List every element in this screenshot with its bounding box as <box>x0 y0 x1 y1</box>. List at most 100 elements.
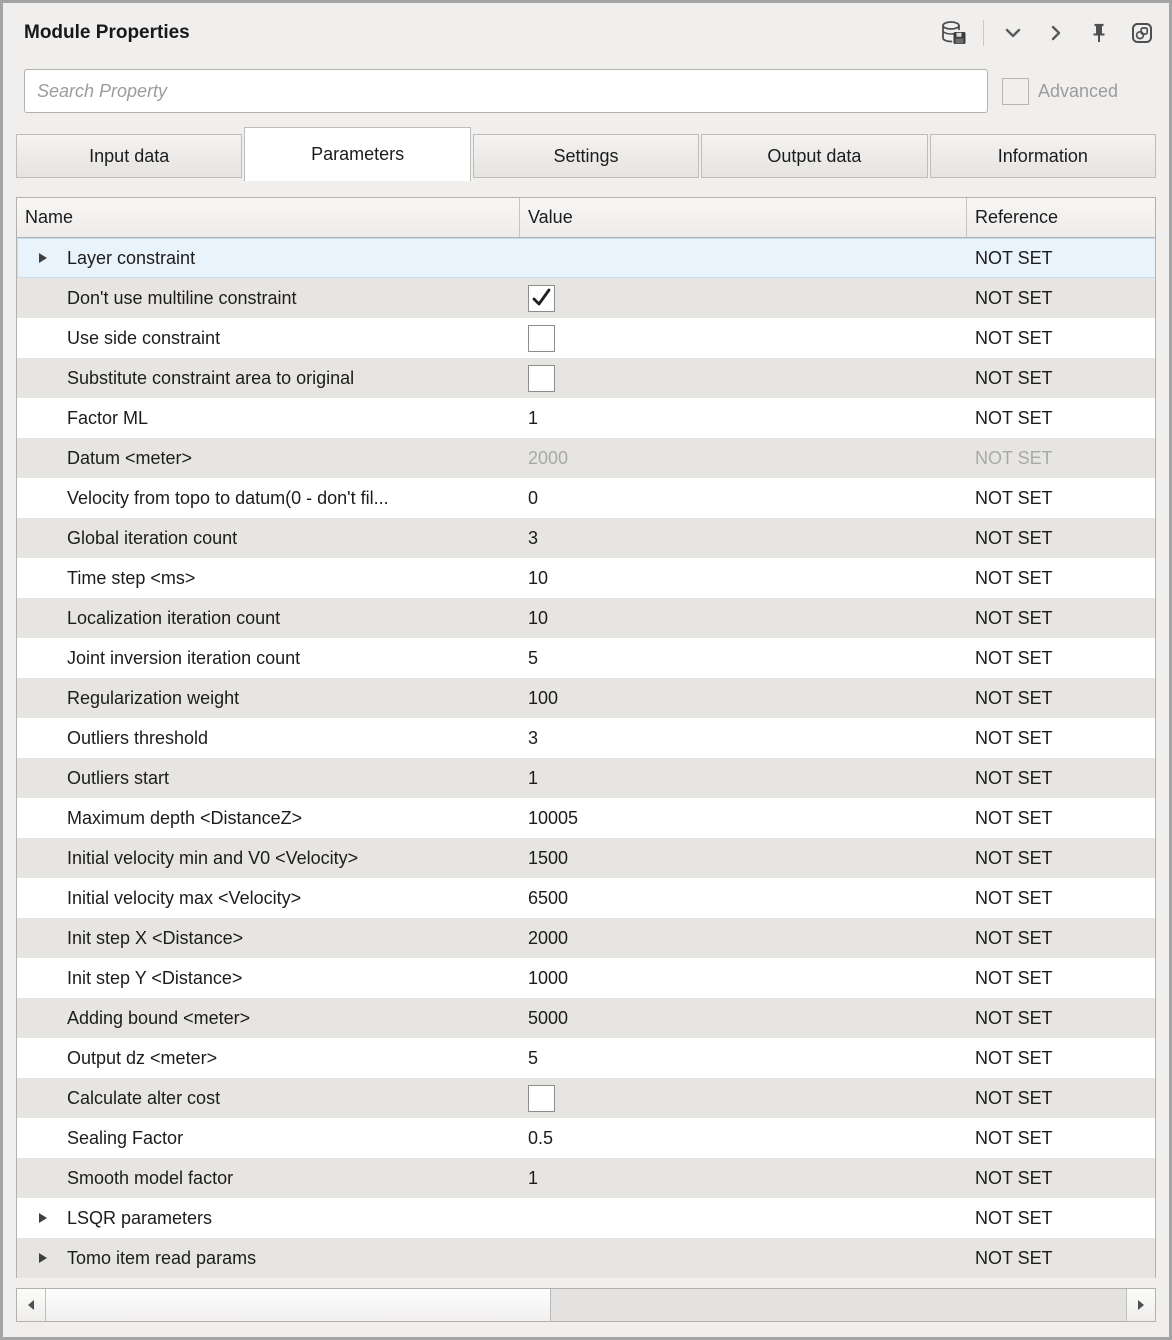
table-row[interactable]: Outliers threshold 3 NOT SET <box>17 718 1155 758</box>
param-value-cell[interactable] <box>520 318 967 358</box>
param-reference[interactable]: NOT SET <box>967 518 1155 558</box>
param-value-cell[interactable]: 5 <box>520 1038 967 1078</box>
param-reference[interactable]: NOT SET <box>967 1238 1155 1278</box>
param-reference[interactable]: NOT SET <box>967 678 1155 718</box>
param-reference[interactable]: NOT SET <box>967 758 1155 798</box>
param-reference[interactable]: NOT SET <box>967 358 1155 398</box>
table-row[interactable]: Init step Y <Distance> 1000 NOT SET <box>17 958 1155 998</box>
table-row[interactable]: Sealing Factor 0.5 NOT SET <box>17 1118 1155 1158</box>
pin-icon[interactable] <box>1085 19 1113 47</box>
chevron-down-icon[interactable] <box>999 19 1027 47</box>
table-row[interactable]: Init step X <Distance> 2000 NOT SET <box>17 918 1155 958</box>
param-value-cell[interactable]: 1 <box>520 758 967 798</box>
column-header-value[interactable]: Value <box>520 198 967 237</box>
checkbox[interactable] <box>528 1085 555 1112</box>
param-reference[interactable]: NOT SET <box>967 838 1155 878</box>
scrollbar-thumb[interactable] <box>46 1289 551 1321</box>
param-value-cell[interactable]: 10 <box>520 558 967 598</box>
table-row[interactable]: Adding bound <meter> 5000 NOT SET <box>17 998 1155 1038</box>
param-reference[interactable]: NOT SET <box>967 278 1155 318</box>
param-reference[interactable]: NOT SET <box>967 1118 1155 1158</box>
column-header-reference[interactable]: Reference <box>967 198 1155 237</box>
param-value-cell[interactable]: 0 <box>520 478 967 518</box>
table-row[interactable]: Factor ML 1 NOT SET <box>17 398 1155 438</box>
param-value-cell[interactable] <box>520 358 967 398</box>
param-reference[interactable]: NOT SET <box>967 398 1155 438</box>
param-value-cell[interactable]: 3 <box>520 718 967 758</box>
param-value-cell[interactable]: 2000 <box>520 438 967 478</box>
param-reference[interactable]: NOT SET <box>967 318 1155 358</box>
param-value-cell[interactable]: 2000 <box>520 918 967 958</box>
param-reference[interactable]: NOT SET <box>967 1038 1155 1078</box>
param-value-cell[interactable] <box>520 1238 967 1278</box>
param-value-cell[interactable]: 1500 <box>520 838 967 878</box>
param-value-cell[interactable]: 1 <box>520 398 967 438</box>
table-row[interactable]: Calculate alter cost NOT SET <box>17 1078 1155 1118</box>
param-value-cell[interactable]: 10005 <box>520 798 967 838</box>
expander-icon[interactable] <box>38 1212 67 1224</box>
scroll-right-button[interactable] <box>1126 1289 1155 1321</box>
database-save-icon[interactable] <box>940 19 968 47</box>
float-window-icon[interactable] <box>1128 19 1156 47</box>
param-value-cell[interactable]: 0.5 <box>520 1118 967 1158</box>
param-reference[interactable]: NOT SET <box>967 438 1155 478</box>
search-input[interactable] <box>24 69 988 113</box>
tab-input-data[interactable]: Input data <box>16 134 242 178</box>
param-value-cell[interactable] <box>520 1078 967 1118</box>
param-reference[interactable]: NOT SET <box>967 1198 1155 1238</box>
table-row[interactable]: Layer constraint NOT SET <box>17 238 1155 278</box>
param-value-cell[interactable] <box>520 238 967 278</box>
scroll-left-button[interactable] <box>17 1289 46 1321</box>
param-reference[interactable]: NOT SET <box>967 1158 1155 1198</box>
param-reference[interactable]: NOT SET <box>967 718 1155 758</box>
param-value-cell[interactable] <box>520 278 967 318</box>
param-reference[interactable]: NOT SET <box>967 998 1155 1038</box>
table-row[interactable]: Output dz <meter> 5 NOT SET <box>17 1038 1155 1078</box>
param-reference[interactable]: NOT SET <box>967 478 1155 518</box>
horizontal-scrollbar[interactable] <box>16 1288 1156 1322</box>
table-row[interactable]: Don't use multiline constraint NOT SET <box>17 278 1155 318</box>
param-value-cell[interactable]: 5000 <box>520 998 967 1038</box>
tab-settings[interactable]: Settings <box>473 134 699 178</box>
table-row[interactable]: Velocity from topo to datum(0 - don't fi… <box>17 478 1155 518</box>
table-row[interactable]: Joint inversion iteration count 5 NOT SE… <box>17 638 1155 678</box>
table-row[interactable]: Regularization weight 100 NOT SET <box>17 678 1155 718</box>
table-row[interactable]: Smooth model factor 1 NOT SET <box>17 1158 1155 1198</box>
param-reference[interactable]: NOT SET <box>967 958 1155 998</box>
table-row[interactable]: Initial velocity max <Velocity> 6500 NOT… <box>17 878 1155 918</box>
column-header-name[interactable]: Name <box>17 198 520 237</box>
checkbox[interactable] <box>528 325 555 352</box>
tab-output-data[interactable]: Output data <box>701 134 927 178</box>
param-reference[interactable]: NOT SET <box>967 918 1155 958</box>
table-row[interactable]: LSQR parameters NOT SET <box>17 1198 1155 1238</box>
param-value-cell[interactable]: 6500 <box>520 878 967 918</box>
param-value-cell[interactable]: 100 <box>520 678 967 718</box>
table-row[interactable]: Localization iteration count 10 NOT SET <box>17 598 1155 638</box>
table-row[interactable]: Use side constraint NOT SET <box>17 318 1155 358</box>
table-row[interactable]: Datum <meter> 2000 NOT SET <box>17 438 1155 478</box>
param-reference[interactable]: NOT SET <box>967 798 1155 838</box>
param-value-cell[interactable]: 1 <box>520 1158 967 1198</box>
param-reference[interactable]: NOT SET <box>967 1078 1155 1118</box>
table-row[interactable]: Tomo item read params NOT SET <box>17 1238 1155 1278</box>
expander-icon[interactable] <box>38 252 67 264</box>
param-reference[interactable]: NOT SET <box>967 558 1155 598</box>
checkbox[interactable] <box>528 365 555 392</box>
table-row[interactable]: Global iteration count 3 NOT SET <box>17 518 1155 558</box>
chevron-right-icon[interactable] <box>1042 19 1070 47</box>
table-row[interactable]: Initial velocity min and V0 <Velocity> 1… <box>17 838 1155 878</box>
table-row[interactable]: Substitute constraint area to original N… <box>17 358 1155 398</box>
checkbox[interactable] <box>528 285 555 312</box>
param-value-cell[interactable] <box>520 1198 967 1238</box>
table-row[interactable]: Maximum depth <DistanceZ> 10005 NOT SET <box>17 798 1155 838</box>
param-value-cell[interactable]: 10 <box>520 598 967 638</box>
expander-icon[interactable] <box>38 1252 67 1264</box>
param-reference[interactable]: NOT SET <box>967 878 1155 918</box>
param-reference[interactable]: NOT SET <box>967 238 1155 278</box>
param-reference[interactable]: NOT SET <box>967 638 1155 678</box>
param-reference[interactable]: NOT SET <box>967 598 1155 638</box>
param-value-cell[interactable]: 1000 <box>520 958 967 998</box>
param-value-cell[interactable]: 5 <box>520 638 967 678</box>
table-row[interactable]: Outliers start 1 NOT SET <box>17 758 1155 798</box>
tab-information[interactable]: Information <box>930 134 1156 178</box>
